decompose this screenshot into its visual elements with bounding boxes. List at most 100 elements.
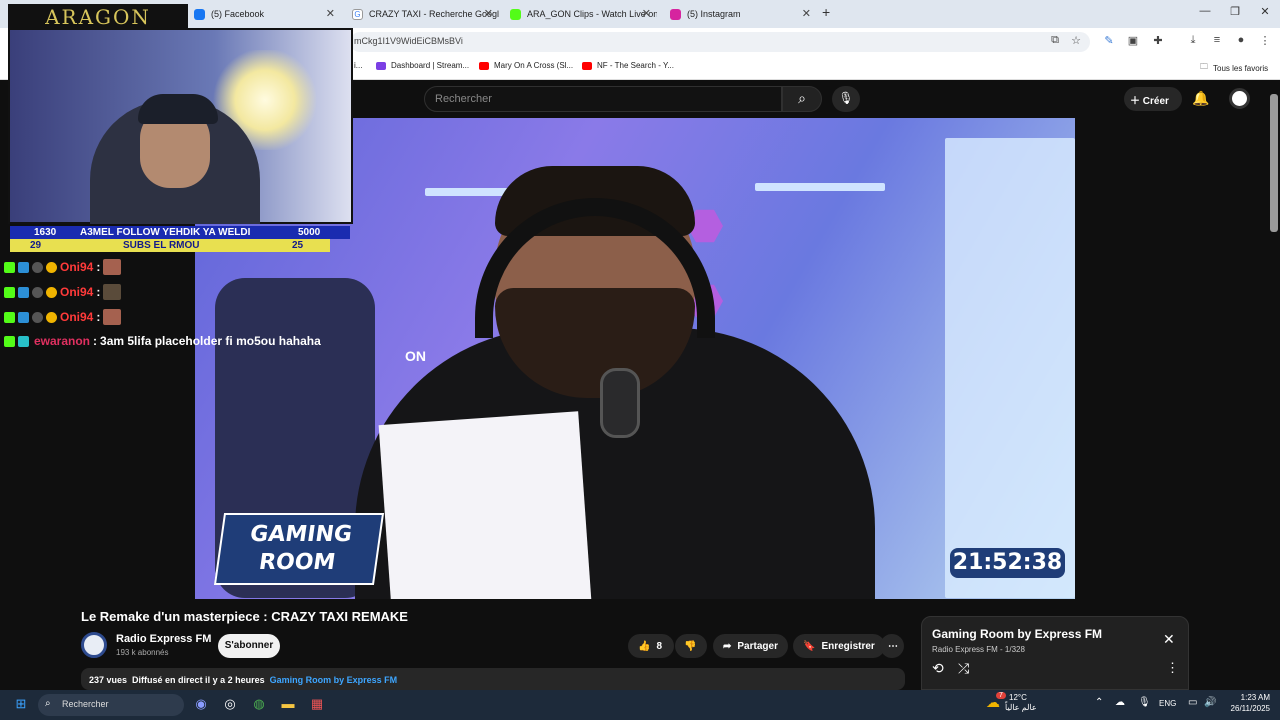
language-indicator[interactable]: ENG <box>1159 699 1176 708</box>
app-icon[interactable]: ◎ <box>221 696 239 714</box>
shuffle-icon[interactable]: ⤮ <box>958 660 969 677</box>
search-button[interactable]: ⌕ <box>782 86 822 112</box>
tray-chevron-icon[interactable]: ⌃ <box>1095 697 1103 708</box>
mic-tray-icon[interactable]: 🎙 <box>1138 697 1151 708</box>
tab-instagram[interactable]: (5) Instagram ✕ <box>662 4 817 24</box>
chat-message: ewaranon:3am 5lifa placeholder fi mo5ou … <box>4 334 321 348</box>
plus-icon: ＋ <box>1130 96 1140 107</box>
channel-avatar[interactable] <box>81 632 107 658</box>
channel-name[interactable]: Radio Express FM <box>116 633 211 645</box>
translate-icon[interactable]: ✎ <box>1101 34 1117 47</box>
aragon-logo: ARAGON <box>8 4 188 30</box>
minimize-button[interactable]: — <box>1190 5 1220 17</box>
install-icon[interactable]: ⧉ <box>1047 34 1063 47</box>
new-tab-button[interactable]: + <box>822 4 830 20</box>
menu-icon[interactable]: ⋮ <box>1257 34 1273 47</box>
save-button[interactable]: 🔖 Enregistrer <box>793 634 885 658</box>
playlist-title[interactable]: Gaming Room by Express FM <box>932 627 1102 641</box>
avatar[interactable] <box>1229 88 1250 109</box>
create-button[interactable]: ＋ Créer <box>1124 87 1182 111</box>
streamer-cap <box>138 94 218 124</box>
close-tab-icon[interactable]: ✕ <box>326 7 335 20</box>
obs-icon[interactable]: ▦ <box>308 696 326 714</box>
sub-badge-icon <box>18 286 29 298</box>
share-icon: ➦ <box>723 640 732 652</box>
emote <box>103 259 122 275</box>
playlist-subtitle: Radio Express FM - 1/328 <box>932 645 1025 654</box>
close-playlist-icon[interactable]: ✕ <box>1163 631 1175 648</box>
bookmark-partial[interactable]: i... <box>354 61 362 70</box>
close-tab-icon[interactable]: ✕ <box>802 7 811 20</box>
coin-badge-icon <box>46 286 57 298</box>
discord-icon[interactable]: ◉ <box>192 696 210 714</box>
kick-badge-icon <box>4 261 15 273</box>
folder-icon[interactable]: ▬ <box>279 696 297 714</box>
media-icon[interactable]: ≡ <box>1209 34 1225 46</box>
mic-icon: 🎙 <box>838 91 854 105</box>
bookmark-star-icon[interactable]: ☆ <box>1068 34 1084 47</box>
weather-widget[interactable]: 12°C عالم عالياً <box>1005 693 1037 713</box>
description-box[interactable]: 237 vues Diffusé en direct il y a 2 heur… <box>81 668 905 690</box>
youtube-icon <box>582 61 592 70</box>
scrollbar[interactable] <box>1270 94 1278 232</box>
paper-sheet <box>378 411 592 599</box>
close-tab-icon[interactable]: ✕ <box>642 7 651 20</box>
playlist-link[interactable]: Gaming Room by Express FM <box>270 675 398 685</box>
kick-badge-icon <box>4 335 15 347</box>
kick-icon <box>510 8 521 20</box>
emote <box>103 309 122 325</box>
coin-badge-icon <box>46 311 57 323</box>
tab-kick[interactable]: ARA_GON Clips - Watch Live on ✕ <box>502 4 657 24</box>
search-icon: ⌕ <box>798 90 806 106</box>
save-playlist-icon: 🔖 <box>803 640 816 652</box>
streamlabs-icon <box>376 61 386 70</box>
youtube-icon <box>479 61 489 70</box>
playlist-menu-icon[interactable]: ⋮ <box>1166 660 1179 676</box>
voice-search-button[interactable]: 🎙 <box>832 86 860 112</box>
taskbar-search[interactable]: Rechercher <box>38 694 184 716</box>
sub-badge-icon <box>18 261 29 273</box>
extension-icon[interactable]: ▣ <box>1125 34 1141 47</box>
bookmarks-folder[interactable]: 🗀 Tous les favoris <box>1200 61 1268 75</box>
bookmark-nf[interactable]: NF - The Search - Y... <box>582 61 674 70</box>
cloud-icon[interactable]: ☁ <box>1115 697 1125 708</box>
more-actions-button[interactable]: ⋯ <box>880 634 904 658</box>
subscribe-button[interactable]: S'abonner <box>218 634 280 658</box>
stream-timer: 21:52:38 <box>950 548 1065 578</box>
download-icon[interactable]: ⤓ <box>1185 34 1201 47</box>
emote <box>103 284 122 300</box>
loop-icon[interactable]: ⟲ <box>932 660 944 677</box>
close-tab-icon[interactable]: ✕ <box>484 7 493 20</box>
webcam-overlay <box>8 28 353 224</box>
tab-google[interactable]: G CRAZY TAXI - Recherche Googl ✕ <box>344 4 499 24</box>
close-window-button[interactable]: ✕ <box>1250 5 1280 18</box>
network-icon[interactable]: ▭ <box>1188 697 1197 708</box>
microphone <box>600 368 640 438</box>
restore-button[interactable]: ❐ <box>1220 5 1250 18</box>
bookmark-mary[interactable]: Mary On A Cross (Sl... <box>479 61 573 70</box>
bookmark-dashboard[interactable]: Dashboard | Stream... <box>376 61 469 70</box>
notifications-bell-icon[interactable]: 🔔 <box>1192 90 1209 107</box>
tab-facebook[interactable]: (5) Facebook ✕ <box>186 4 341 24</box>
sub-badge-icon <box>18 311 29 323</box>
og-badge-icon <box>18 335 29 347</box>
folder-icon: 🗀 <box>1200 62 1208 71</box>
wall-sign: ON <box>405 348 426 364</box>
volume-icon[interactable]: 🔊 <box>1204 697 1216 708</box>
search-input[interactable]: Rechercher <box>424 86 782 112</box>
puzzle-icon[interactable]: ✚ <box>1150 34 1166 47</box>
windows-start-icon[interactable]: ⊞ <box>12 696 30 714</box>
share-button[interactable]: ➦ Partager <box>713 634 788 658</box>
dislike-button[interactable]: 👎 <box>675 634 707 658</box>
system-clock[interactable]: 1:23 AM 26/11/2025 <box>1226 692 1270 714</box>
chrome-icon[interactable]: ◍ <box>250 696 268 714</box>
coin-badge-icon <box>46 261 57 273</box>
search-icon: ⌕ <box>45 698 51 709</box>
moon-badge-icon <box>32 311 43 323</box>
shelf-unit <box>945 138 1075 598</box>
facebook-icon <box>194 8 205 20</box>
profile-icon[interactable]: ● <box>1233 34 1249 46</box>
subscriber-count: 193 k abonnés <box>116 648 169 657</box>
like-button[interactable]: 👍 8 <box>628 634 674 658</box>
address-bar[interactable]: mCkg1I1V9WidEiCBMsBVi <box>350 32 1090 52</box>
